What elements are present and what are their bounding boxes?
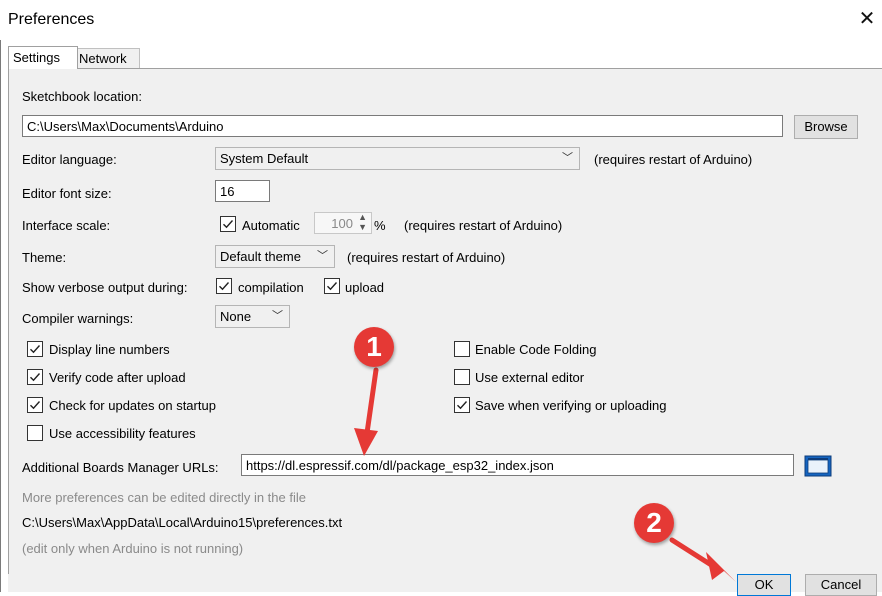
annotation-arrows (354, 367, 736, 582)
arrow-2-head (706, 552, 736, 582)
annotation-badge-1: 1 (354, 327, 394, 367)
arrow-1-shaft (363, 367, 379, 443)
annotation-badge-2: 2 (634, 503, 674, 543)
arrow-1-head (354, 428, 378, 456)
